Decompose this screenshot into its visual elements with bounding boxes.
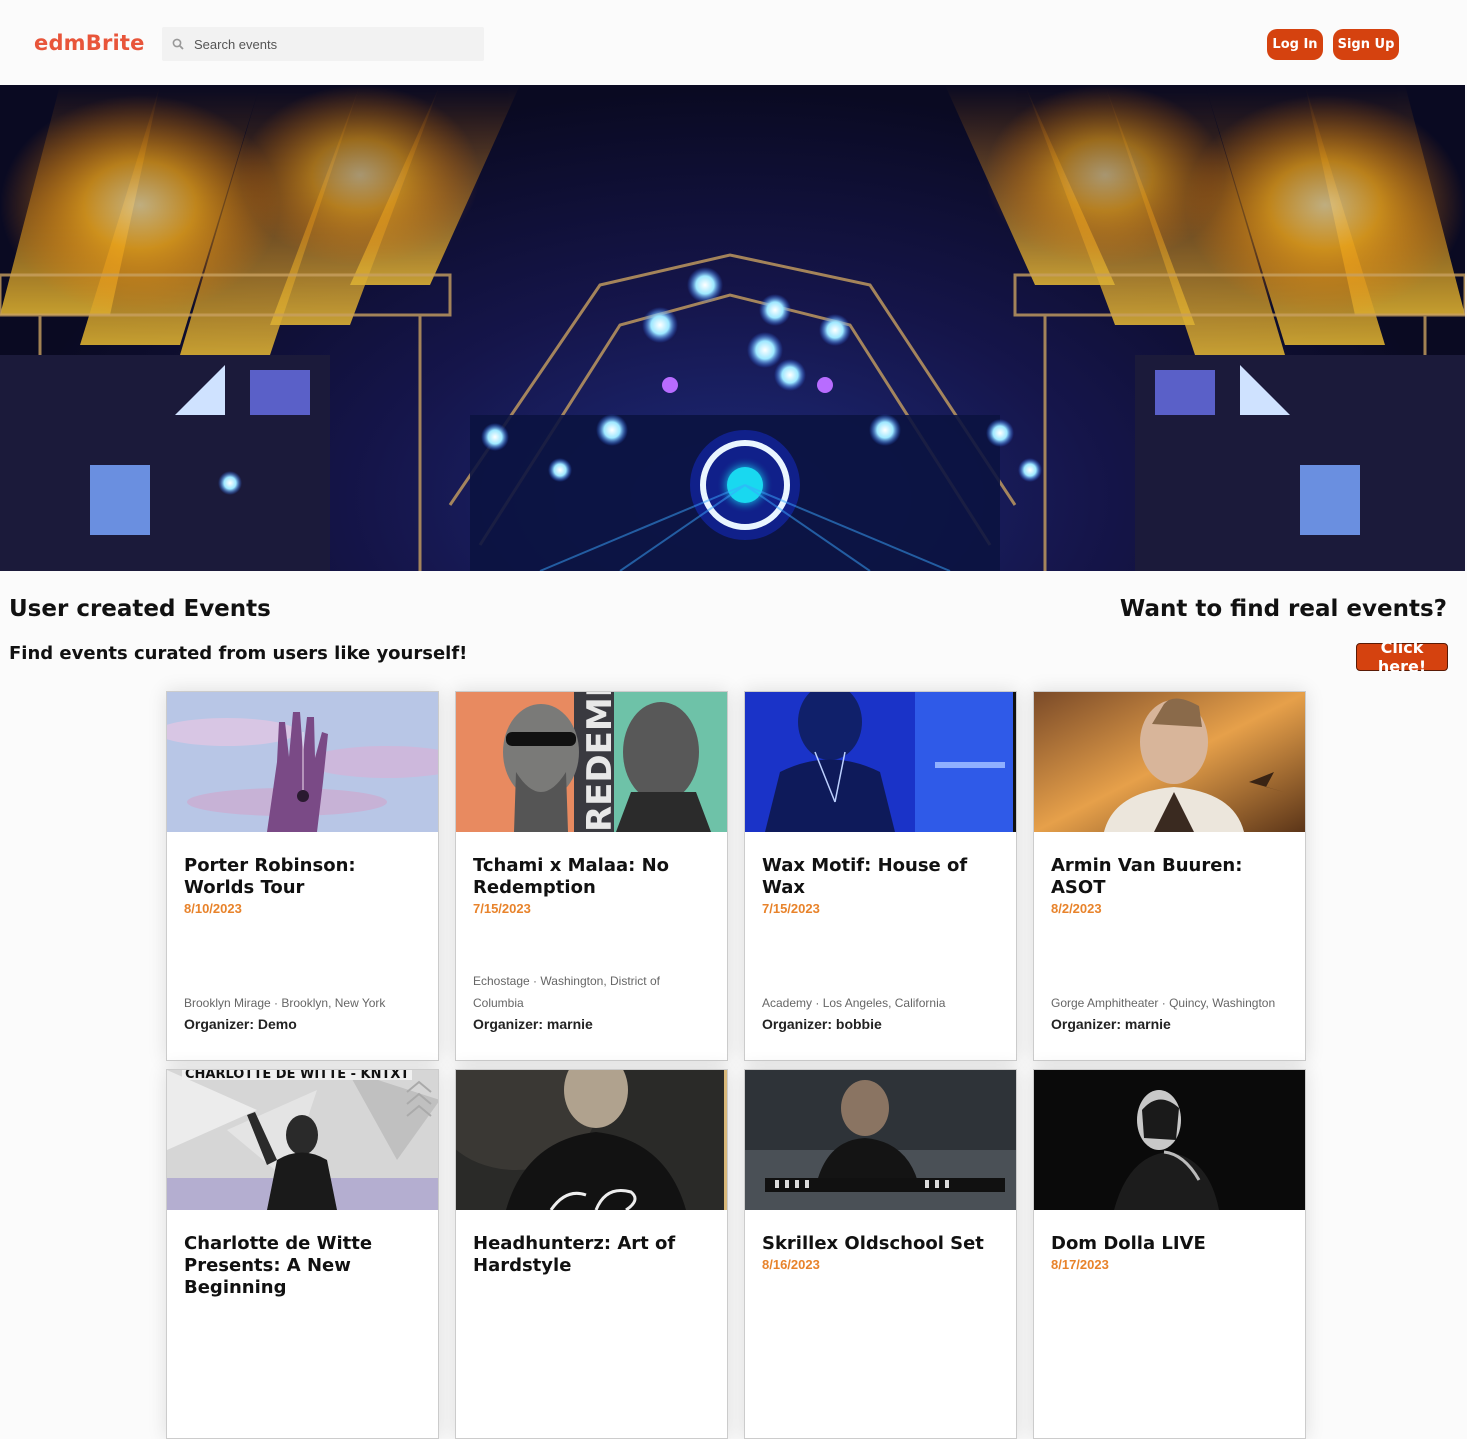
logo[interactable]: edmBrite xyxy=(34,31,145,55)
event-location: Academy · Los Angeles, California xyxy=(762,996,946,1010)
event-organizer: Organizer: marnie xyxy=(1051,1016,1171,1032)
event-title[interactable]: Armin Van Buuren: ASOT xyxy=(1051,855,1291,899)
event-info: Tchami x Malaa: No Redemption 7/15/2023 xyxy=(473,855,713,916)
search-input[interactable] xyxy=(194,36,474,52)
event-date: 8/17/2023 xyxy=(1051,1257,1109,1272)
event-info: Armin Van Buuren: ASOT 8/2/2023 xyxy=(1051,855,1291,916)
event-venue: Echostage xyxy=(473,974,530,988)
event-title[interactable]: Headhunterz: Art of Hardstyle xyxy=(473,1233,713,1277)
event-card[interactable]: Porter Robinson: Worlds Tour 8/10/2023 B… xyxy=(166,691,439,1061)
event-card[interactable]: Armin Van Buuren: ASOT 8/2/2023 Gorge Am… xyxy=(1033,691,1306,1061)
real-events-title: Want to find real events? xyxy=(1119,596,1447,622)
login-button[interactable]: Log In xyxy=(1267,29,1323,60)
event-city: Los Angeles, California xyxy=(822,996,946,1010)
event-date: 7/15/2023 xyxy=(473,901,531,916)
event-info: Wax Motif: House of Wax 7/15/2023 xyxy=(762,855,1002,916)
event-info: Porter Robinson: Worlds Tour 8/10/2023 xyxy=(184,855,424,916)
event-venue: Gorge Amphitheater xyxy=(1051,996,1159,1010)
event-image xyxy=(1034,692,1305,832)
section-subtitle: Find events curated from users like your… xyxy=(9,643,468,664)
event-location: Brooklyn Mirage · Brooklyn, New York xyxy=(184,996,386,1010)
image-text-redempt: REDEMPT xyxy=(580,692,620,832)
event-location: Gorge Amphitheater · Quincy, Washington xyxy=(1051,996,1276,1010)
event-title[interactable]: Porter Robinson: Worlds Tour xyxy=(184,855,424,899)
event-city: Quincy, Washington xyxy=(1169,996,1276,1010)
hero-banner-image xyxy=(0,85,1465,571)
event-image xyxy=(456,1070,727,1210)
event-card[interactable]: Skrillex Oldschool Set 8/16/2023 xyxy=(744,1069,1017,1439)
event-image xyxy=(1034,1070,1305,1210)
event-info: Dom Dolla LIVE 8/17/2023 xyxy=(1051,1233,1291,1272)
event-organizer: Organizer: bobbie xyxy=(762,1016,882,1032)
event-info: Charlotte de Witte Presents: A New Begin… xyxy=(184,1233,424,1301)
event-image xyxy=(167,692,438,832)
event-info: Skrillex Oldschool Set 8/16/2023 xyxy=(762,1233,1002,1272)
event-venue: Academy xyxy=(762,996,813,1010)
search-bar[interactable] xyxy=(162,27,484,61)
event-card[interactable]: Dom Dolla LIVE 8/17/2023 xyxy=(1033,1069,1306,1439)
signup-button[interactable]: Sign Up xyxy=(1333,29,1399,60)
event-card[interactable]: REDEMPT Tchami x Malaa: No Redemption 7/… xyxy=(455,691,728,1061)
event-info: Headhunterz: Art of Hardstyle xyxy=(473,1233,713,1279)
event-date: 8/2/2023 xyxy=(1051,901,1102,916)
event-card[interactable]: Wax Motif: House of Wax 7/15/2023 Academ… xyxy=(744,691,1017,1061)
search-icon xyxy=(162,27,194,61)
event-title[interactable]: Dom Dolla LIVE xyxy=(1051,1233,1291,1255)
top-navbar: edmBrite Log In Sign Up xyxy=(0,0,1467,85)
event-date: 7/15/2023 xyxy=(762,901,820,916)
event-image: REDEMPT xyxy=(456,692,727,832)
event-image xyxy=(745,1070,1016,1210)
event-title[interactable]: Charlotte de Witte Presents: A New Begin… xyxy=(184,1233,424,1299)
section-title: User created Events xyxy=(9,596,271,622)
event-title[interactable]: Wax Motif: House of Wax xyxy=(762,855,1002,899)
find-real-events-button[interactable]: Click here! xyxy=(1356,638,1448,676)
event-venue: Brooklyn Mirage xyxy=(184,996,271,1010)
event-date: 8/10/2023 xyxy=(184,901,242,916)
image-text: CHARLOTTE DE WITTE - KNTXT xyxy=(185,1070,409,1082)
event-image xyxy=(745,692,1016,832)
event-card[interactable]: CHARLOTTE DE WITTE - KNTXT Charlotte de … xyxy=(166,1069,439,1439)
event-title[interactable]: Tchami x Malaa: No Redemption xyxy=(473,855,713,899)
event-title[interactable]: Skrillex Oldschool Set xyxy=(762,1233,1002,1255)
event-organizer: Organizer: marnie xyxy=(473,1016,593,1032)
event-image: CHARLOTTE DE WITTE - KNTXT xyxy=(167,1070,438,1210)
event-location: Echostage · Washington, District of Colu… xyxy=(473,974,660,1010)
event-city: Brooklyn, New York xyxy=(281,996,386,1010)
event-organizer: Organizer: Demo xyxy=(184,1016,297,1032)
event-card[interactable]: Headhunterz: Art of Hardstyle xyxy=(455,1069,728,1439)
event-date: 8/16/2023 xyxy=(762,1257,820,1272)
